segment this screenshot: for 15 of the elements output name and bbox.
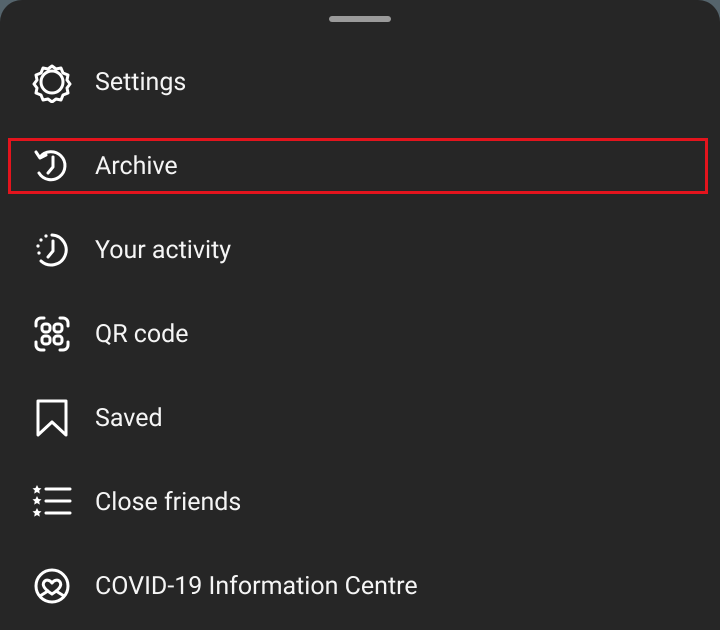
menu-item-label: QR code	[95, 320, 189, 348]
menu-item[interactable]: Archive	[8, 138, 708, 194]
menu-item[interactable]: Settings	[8, 54, 708, 110]
menu-item[interactable]: Close friends	[8, 474, 708, 530]
menu-item-label: Saved	[95, 404, 163, 432]
menu-item[interactable]: Your activity	[8, 222, 708, 278]
menu-item-label: Archive	[95, 152, 178, 180]
menu-item-label: Your activity	[95, 236, 232, 264]
menu-item-label: COVID-19 Information Centre	[95, 572, 418, 600]
menu-item[interactable]: QR code	[8, 306, 708, 362]
drag-handle[interactable]	[329, 16, 391, 22]
menu-item-label: Settings	[95, 68, 186, 96]
menu-item[interactable]: COVID-19 Information Centre	[8, 558, 708, 614]
menu-item[interactable]: Saved	[8, 390, 708, 446]
menu-item-label: Close friends	[95, 488, 242, 516]
